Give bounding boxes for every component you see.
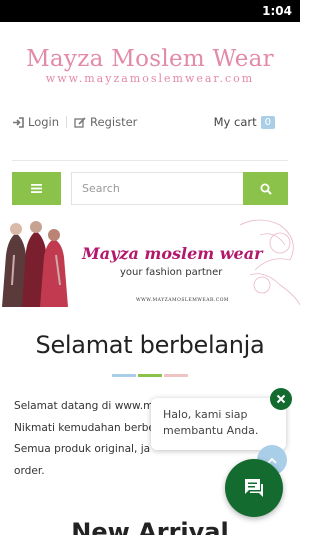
- chat-close-button[interactable]: [270, 388, 292, 410]
- close-icon: [276, 394, 286, 404]
- menu-icon: [31, 184, 42, 193]
- search-placeholder: Search: [82, 182, 120, 195]
- search-input[interactable]: Search: [71, 172, 243, 205]
- cart-label: My cart: [213, 115, 257, 129]
- status-bar: 1:04: [0, 0, 300, 22]
- cart-link[interactable]: My cart 0: [214, 115, 275, 129]
- promo-banner[interactable]: Mayza moslem wear your fashion partner W…: [0, 215, 300, 307]
- login-label: Login: [28, 115, 60, 129]
- search-icon: [260, 183, 272, 195]
- welcome-title: Selamat berbelanja: [35, 331, 265, 359]
- chat-message: Halo, kami siap membantu Anda.: [163, 408, 259, 437]
- register-link[interactable]: Register: [74, 115, 137, 129]
- header-divider: [12, 160, 288, 161]
- chat-icon: [245, 479, 263, 497]
- menu-button[interactable]: [12, 172, 61, 205]
- chat-button[interactable]: [225, 459, 283, 517]
- banner-title: Mayza moslem wear: [82, 244, 263, 263]
- account-separator: [66, 116, 68, 128]
- status-time: 1:04: [262, 4, 292, 18]
- login-link[interactable]: Login: [12, 115, 59, 129]
- title-divider: [112, 374, 188, 377]
- banner-subtitle: your fashion partner: [120, 267, 223, 278]
- new-arrival-title: New Arrival: [71, 518, 229, 535]
- divider-segment-blue: [112, 374, 136, 377]
- register-label: Register: [90, 115, 138, 129]
- divider-segment-green: [138, 374, 162, 377]
- site-logo[interactable]: Mayza Moslem Wear www.mayzamoslemwear.co…: [0, 46, 300, 85]
- chat-popup[interactable]: Halo, kami siap membantu Anda.: [151, 398, 286, 450]
- banner-url: WWW.MAYZAMOSLEMWEAR.COM: [136, 298, 230, 303]
- logo-url: www.mayzamoslemwear.com: [45, 72, 255, 85]
- search-button[interactable]: [243, 172, 288, 205]
- sign-in-icon: [13, 116, 24, 128]
- divider-segment-pink: [164, 374, 188, 377]
- cart-count-badge: 0: [260, 115, 275, 129]
- logo-title: Mayza Moslem Wear: [26, 46, 274, 72]
- edit-icon: [74, 116, 86, 128]
- account-links: Login Register: [12, 115, 137, 129]
